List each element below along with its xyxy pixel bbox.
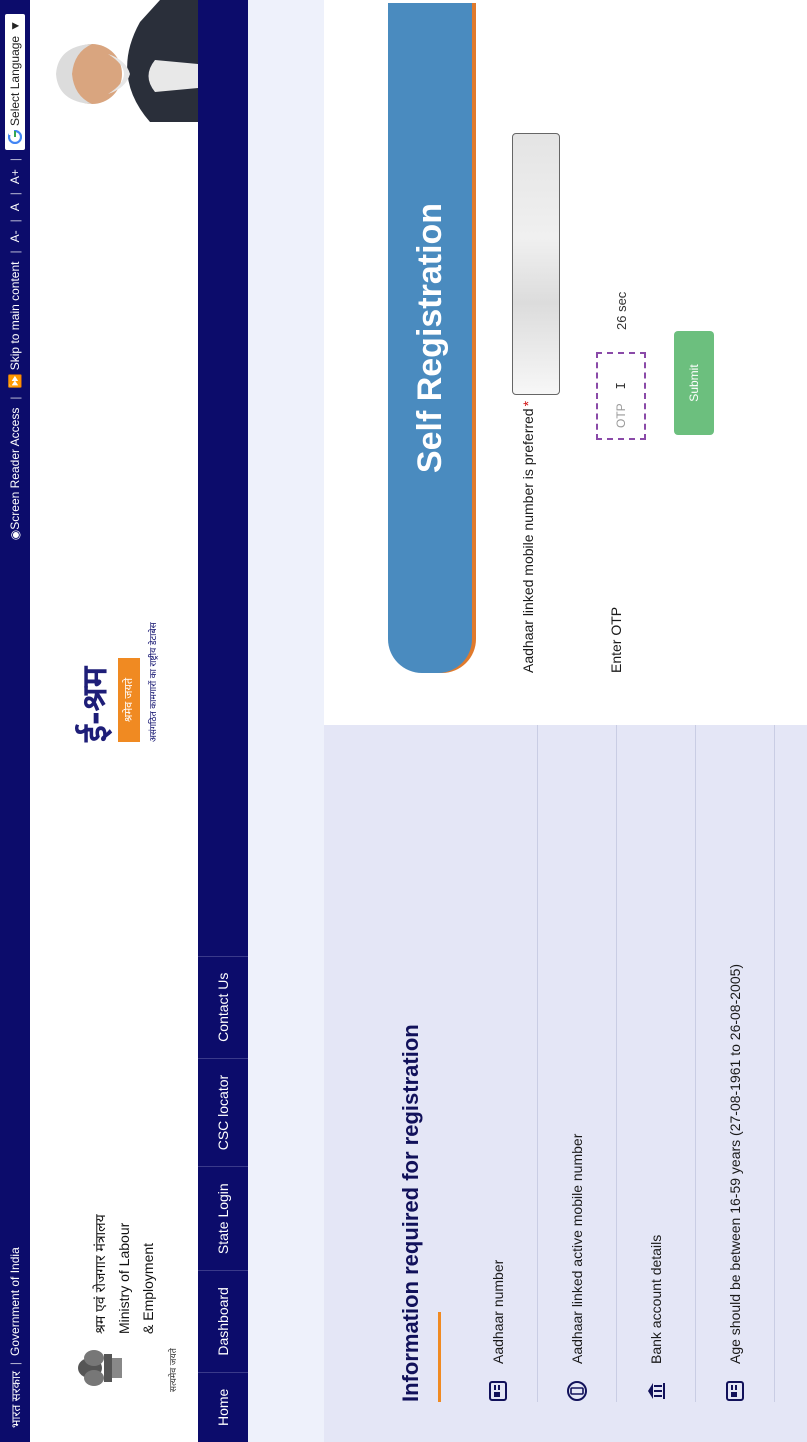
mobile-field-label: Aadhaar linked mobile number is preferre… xyxy=(520,401,536,673)
text-cursor-icon: I xyxy=(614,382,628,390)
bank-icon xyxy=(645,1380,667,1402)
prime-minister-photo xyxy=(30,0,198,152)
otp-field-label: Enter OTP xyxy=(608,606,624,673)
nav-state-login[interactable]: State Login xyxy=(198,1166,248,1271)
mobile-phone-icon xyxy=(566,1380,588,1402)
otp-timer: 26 sec xyxy=(614,291,629,330)
google-icon xyxy=(8,129,22,144)
info-item-bank: Bank account details xyxy=(617,722,696,1402)
national-emblem-icon xyxy=(78,1350,122,1386)
otp-placeholder: OTP xyxy=(614,403,628,428)
gov-label: भारत सरकार | Government of India xyxy=(7,1247,24,1428)
font-increase-button[interactable]: A+ xyxy=(8,169,22,184)
ministry-name: श्रम एवं रोजगार मंत्रालय Ministry of Lab… xyxy=(88,1214,160,1334)
brand-subtitle: असंगठित कामगारों का राष्ट्रीय डेटाबेस xyxy=(148,622,158,742)
font-decrease-button[interactable]: A- xyxy=(8,230,22,242)
id-card-icon xyxy=(724,1380,746,1402)
info-title: Information required for registration xyxy=(398,1024,423,1402)
top-utility-bar: भारत सरकार | Government of India ◉Screen… xyxy=(0,0,30,1442)
screen-reader-link[interactable]: ◉Screen Reader Access xyxy=(8,408,22,541)
emblem-caption: सत्यमेव जयते xyxy=(168,1348,178,1392)
spacer-strip xyxy=(248,0,324,1442)
info-item-age: Age should be between 16-59 years (27-08… xyxy=(696,722,775,1402)
gov-english: Government of India xyxy=(8,1247,22,1356)
required-marker: * xyxy=(520,400,536,407)
info-item-mobile: Aadhaar linked active mobile number xyxy=(538,722,617,1402)
info-item-label: Bank account details xyxy=(648,1234,664,1364)
separator: | xyxy=(8,219,22,223)
registration-info-panel: Information required for registration Aa… xyxy=(324,722,807,1442)
nav-home[interactable]: Home xyxy=(198,1371,248,1442)
nav-csc-locator[interactable]: CSC locator xyxy=(198,1057,248,1167)
main-navigation: Home Dashboard State Login CSC locator C… xyxy=(198,0,248,1442)
nav-dashboard[interactable]: Dashboard xyxy=(198,1270,248,1372)
dropdown-arrow-icon: ▼ xyxy=(8,20,22,32)
id-card-icon xyxy=(487,1380,509,1402)
brand-name: ई-श्रम xyxy=(75,666,115,742)
ministry-line2: & Employment xyxy=(140,1242,156,1334)
rotated-page: भारत सरकार | Government of India ◉Screen… xyxy=(0,0,807,1442)
ministry-line1: Ministry of Labour xyxy=(116,1222,132,1334)
skip-main-link[interactable]: ⏩ Skip to main content xyxy=(8,262,22,389)
separator: | xyxy=(8,1361,22,1366)
skip-main-label: Skip to main content xyxy=(8,261,22,371)
ministry-hindi: श्रम एवं रोजगार मंत्रालय xyxy=(92,1214,108,1334)
self-registration-form: Self Registration Aadhaar linked mobile … xyxy=(324,0,807,725)
eye-icon: ◉ xyxy=(8,529,22,541)
nav-contact-us[interactable]: Contact Us xyxy=(198,955,248,1058)
separator: | xyxy=(8,157,22,162)
info-item-aadhaar: Aadhaar number xyxy=(459,722,538,1402)
info-item-label: Aadhaar linked active mobile number xyxy=(569,1133,585,1364)
self-registration-banner: Self Registration xyxy=(388,3,472,673)
separator: | xyxy=(8,250,22,254)
gov-hindi: भारत सरकार xyxy=(8,1371,23,1428)
skip-arrow-icon: ⏩ xyxy=(8,373,22,389)
language-select[interactable]: Select Language ▼ xyxy=(5,14,25,150)
mobile-number-input[interactable] xyxy=(512,133,560,395)
info-item-label: Aadhaar number xyxy=(490,1259,506,1364)
otp-input[interactable]: OTP I xyxy=(596,352,646,440)
language-select-label: Select Language xyxy=(8,35,22,126)
title-underline xyxy=(438,1312,441,1402)
info-item-label: Age should be between 16-59 years (27-08… xyxy=(727,963,743,1364)
utility-links: ◉Screen Reader Access | ⏩ Skip to main c… xyxy=(5,14,25,540)
separator: | xyxy=(8,192,22,196)
submit-button[interactable]: Submit xyxy=(674,331,714,435)
site-header: सत्यमेव जयते श्रम एवं रोजगार मंत्रालय Mi… xyxy=(30,0,198,1442)
separator: | xyxy=(8,396,22,400)
mobile-label-text: Aadhaar linked mobile number is preferre… xyxy=(520,408,536,673)
eshram-logo[interactable]: ई-श्रम श्रमेव जयते असंगठित कामगारों का र… xyxy=(70,622,180,742)
font-normal-button[interactable]: A xyxy=(8,203,22,211)
brand-tagline: श्रमेव जयते xyxy=(118,658,140,742)
screen-reader-label: Screen Reader Access xyxy=(8,407,22,530)
